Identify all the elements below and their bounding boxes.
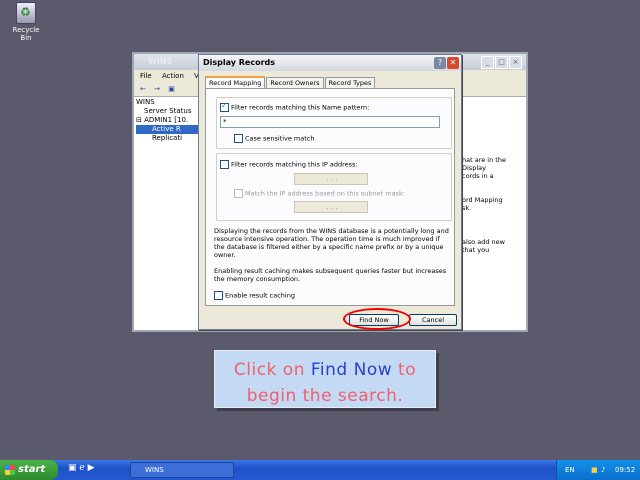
dialog-title-buttons: ? ✕: [433, 57, 459, 69]
wins-title: WINS: [148, 57, 173, 66]
desc-line: hat are in the: [462, 156, 506, 164]
filter-name-checkbox[interactable]: Filter records matching this Name patter…: [220, 101, 369, 112]
caching-info-text: Enabling result caching makes subsequent…: [214, 267, 447, 283]
dialog-close-button[interactable]: ✕: [447, 57, 459, 69]
performance-info-text: Displaying the records from the WINS dat…: [214, 227, 449, 259]
cancel-button[interactable]: Cancel: [409, 314, 457, 326]
close-button[interactable]: ×: [509, 56, 522, 69]
record-mapping-panel: Filter records matching this Name patter…: [205, 88, 455, 306]
display-records-dialog: Display Records ? ✕ Record Mapping Record …: [198, 54, 462, 330]
tutorial-callout: Click on Find Now to begin the search.: [214, 350, 436, 408]
taskbar: [0, 460, 640, 480]
desc-line: also add new: [462, 238, 505, 246]
name-pattern-input[interactable]: *: [220, 116, 440, 128]
start-button[interactable]: start: [0, 460, 58, 480]
checkbox-icon: [234, 189, 243, 198]
desc-line: that you: [462, 246, 490, 254]
internet-explorer-icon[interactable]: ℯ: [79, 463, 84, 473]
find-now-highlight-circle: [343, 308, 411, 330]
ip-address-input[interactable]: . . .: [294, 173, 368, 185]
language-indicator[interactable]: EN: [565, 460, 575, 480]
checkbox-icon: [220, 160, 229, 169]
wins-window-controls: _ □ ×: [480, 56, 522, 69]
desc-line: ord Mapping: [462, 196, 503, 204]
menu-action[interactable]: Action: [162, 72, 184, 80]
clock: 09:52: [615, 466, 636, 474]
callout-line-2: begin the search.: [246, 386, 404, 406]
enable-caching-checkbox[interactable]: Enable result caching: [214, 291, 295, 300]
filter-ip-checkbox[interactable]: Filter records matching this IP address:: [220, 160, 358, 169]
wins-description-pane: hat are in the Display cords in a ord Ma…: [462, 98, 526, 330]
checkbox-icon: [214, 291, 223, 300]
subnet-mask-input[interactable]: . . .: [294, 201, 368, 213]
recycle-bin-icon[interactable]: Recycle Bin: [6, 2, 46, 42]
desktop-icon[interactable]: ▣: [68, 463, 77, 473]
taskbar-item-wins[interactable]: WINS: [130, 462, 234, 478]
checkbox-icon: [234, 134, 243, 143]
volume-icon[interactable]: ♪: [601, 460, 605, 480]
dialog-tabs: Record Mapping Record Owners Record Types: [205, 76, 376, 90]
back-arrow-icon[interactable]: ←: [140, 85, 146, 93]
checkbox-checked-icon: [220, 101, 229, 112]
recycle-bin-image: [16, 2, 36, 24]
maximize-button[interactable]: □: [495, 56, 508, 69]
callout-line-1: Click on Find Now to: [233, 360, 417, 380]
media-player-icon[interactable]: ▶: [88, 463, 95, 473]
dialog-title: Display Records: [199, 55, 461, 71]
system-tray: EN ■ ♪ 09:52: [556, 460, 640, 480]
case-sensitive-checkbox[interactable]: Case sensitive match: [234, 134, 315, 143]
quick-launch: ▣ ℯ ▶: [68, 463, 95, 473]
tree-item-active-registrations[interactable]: Active R: [136, 125, 200, 134]
menu-file[interactable]: File: [140, 72, 152, 80]
network-icon[interactable]: ■: [591, 460, 598, 480]
minimize-button[interactable]: _: [481, 56, 494, 69]
desc-line: cords in a: [462, 172, 494, 180]
desc-line: Display: [462, 164, 486, 172]
windows-flag-icon: [5, 465, 15, 475]
up-folder-icon[interactable]: ▣: [168, 85, 175, 93]
subnet-mask-checkbox[interactable]: Match the IP address based on this subne…: [234, 189, 405, 198]
forward-arrow-icon[interactable]: →: [154, 85, 160, 93]
recycle-bin-label: Recycle Bin: [12, 26, 40, 42]
desc-line: sk.: [462, 204, 472, 212]
help-button[interactable]: ?: [434, 57, 446, 69]
